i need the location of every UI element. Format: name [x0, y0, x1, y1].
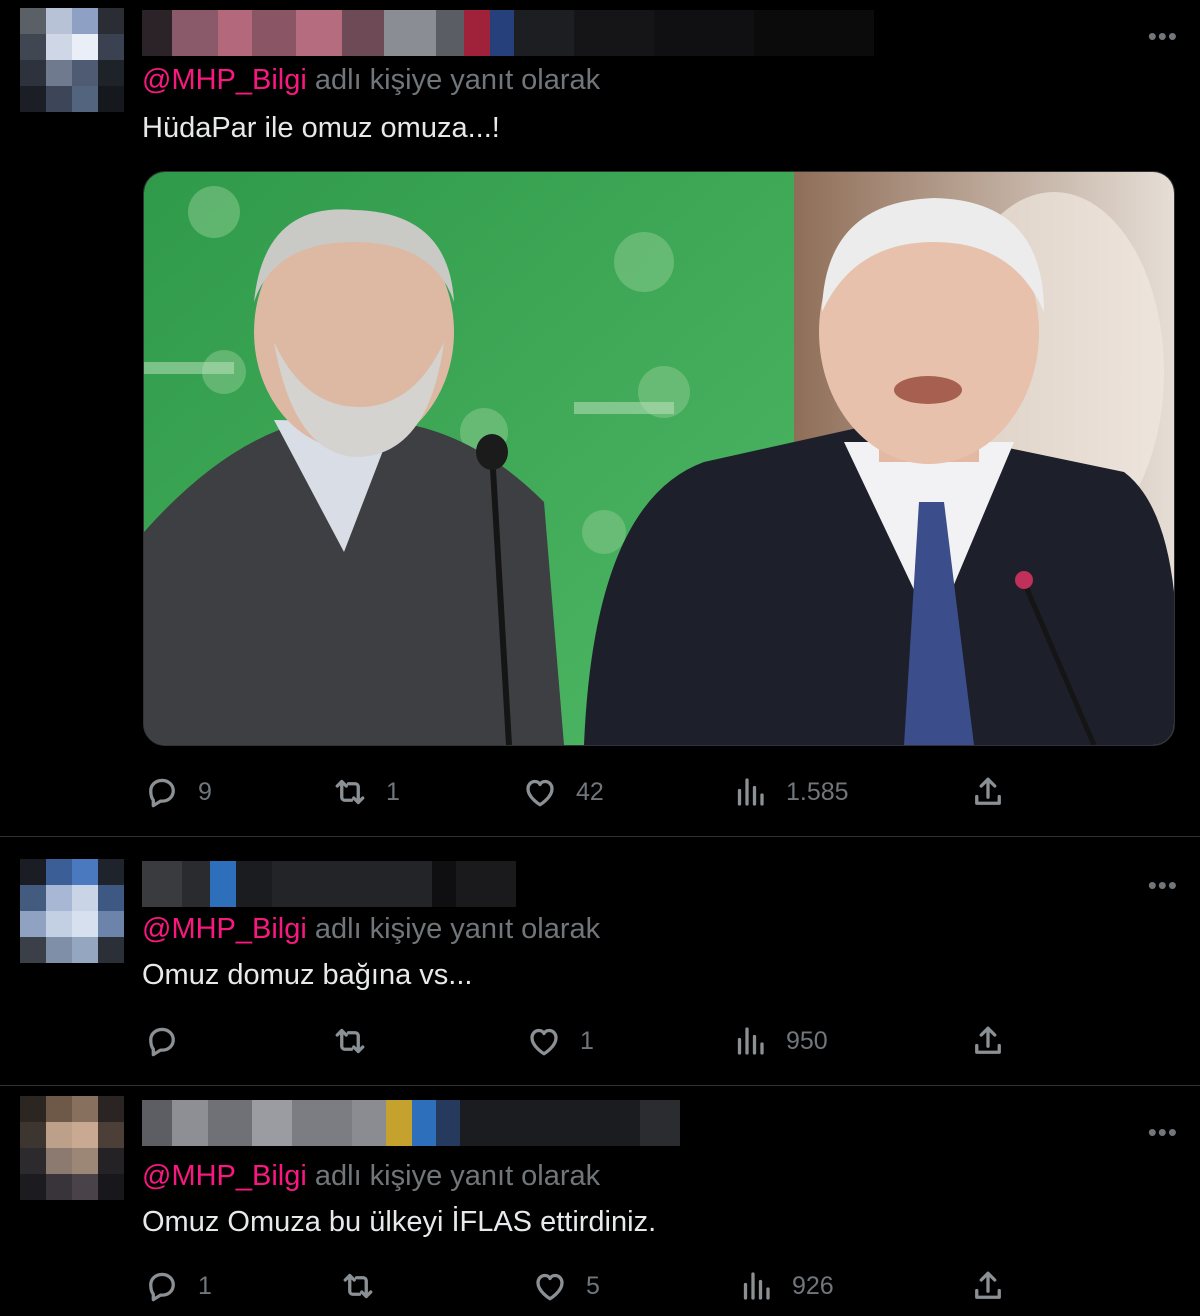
name-blurred[interactable]: [142, 861, 516, 907]
like-count: 42: [576, 777, 604, 806]
retweet-count: 1: [386, 777, 400, 806]
tweet-text: Omuz domuz bağına vs...: [142, 959, 473, 991]
more-icon[interactable]: •••: [1148, 1119, 1178, 1145]
photo-two-politicians: [144, 172, 1174, 745]
retweet-icon: [335, 1028, 365, 1054]
tweet-actions: 1 5 926: [142, 1266, 1042, 1306]
reply-count: 1: [198, 1271, 212, 1300]
views-count: 926: [792, 1271, 834, 1300]
share-icon: [975, 1271, 1001, 1299]
avatar-pixelated[interactable]: [20, 1096, 124, 1200]
share-button[interactable]: [970, 1021, 1006, 1061]
mention-link[interactable]: @MHP_Bilgi: [142, 64, 307, 96]
avatar-pixelated[interactable]: [20, 8, 124, 112]
share-icon: [975, 1026, 1001, 1054]
reply-icon: [149, 778, 175, 808]
retweet-icon: [343, 1273, 373, 1299]
share-icon: [975, 777, 1001, 805]
name-blurred[interactable]: [142, 1100, 680, 1146]
retweet-icon: [335, 779, 365, 805]
heart-icon: [526, 779, 554, 807]
reply-context-label: adlı kişiye yanıt olarak: [306, 1160, 601, 1192]
reply-context: @MHP_Bilgi adlı kişiye yanıt olarak: [142, 1160, 600, 1193]
views-count: 950: [786, 1026, 828, 1055]
reply-context: @MHP_Bilgi adlı kişiye yanıt olarak: [142, 64, 600, 97]
heart-icon: [536, 1273, 564, 1301]
views-button[interactable]: 950: [732, 1021, 828, 1061]
views-icon: [737, 1027, 764, 1055]
views-icon: [743, 1272, 770, 1300]
reply-button[interactable]: 1: [144, 1266, 212, 1306]
more-icon[interactable]: •••: [1148, 23, 1178, 49]
reply-context-label: adlı kişiye yanıt olarak: [306, 913, 601, 945]
reply-icon: [149, 1272, 175, 1302]
tweet-text: Omuz Omuza bu ülkeyi İFLAS ettirdiniz.: [142, 1206, 657, 1238]
tweet-actions: 9 1 42 1.585: [142, 772, 1042, 812]
name-blurred[interactable]: [142, 10, 874, 56]
reply-button[interactable]: 9: [144, 772, 212, 812]
like-button[interactable]: 42: [522, 772, 604, 812]
views-button[interactable]: 1.585: [732, 772, 849, 812]
reply-button[interactable]: [144, 1021, 198, 1061]
like-count: 5: [586, 1271, 600, 1300]
reply-icon: [149, 1027, 175, 1057]
share-button[interactable]: [970, 1266, 1006, 1306]
views-count: 1.585: [786, 777, 849, 806]
reply-context: @MHP_Bilgi adlı kişiye yanıt olarak: [142, 913, 600, 946]
views-button[interactable]: 926: [738, 1266, 834, 1306]
like-button[interactable]: 1: [526, 1021, 594, 1061]
tweet-2[interactable]: ••• @MHP_Bilgi adlı kişiye yanıt olarak …: [0, 837, 1200, 1085]
like-count: 1: [580, 1026, 594, 1055]
reply-context-label: adlı kişiye yanıt olarak: [306, 64, 601, 96]
tweet-text: HüdaPar ile omuz omuza...!: [142, 112, 500, 144]
more-icon[interactable]: •••: [1148, 872, 1178, 898]
like-button[interactable]: 5: [532, 1266, 600, 1306]
tweet-1[interactable]: ••• @MHP_Bilgi adlı kişiye yanıt olarak …: [0, 0, 1200, 836]
tweet-3[interactable]: ••• @MHP_Bilgi adlı kişiye yanıt olarak …: [0, 1086, 1200, 1316]
tweet-image[interactable]: [143, 171, 1175, 746]
views-icon: [737, 778, 764, 806]
heart-icon: [530, 1028, 558, 1056]
share-button[interactable]: [970, 772, 1006, 812]
tweet-actions: 1 950: [142, 1021, 1042, 1061]
retweet-button[interactable]: [340, 1266, 394, 1306]
retweet-button[interactable]: [332, 1021, 386, 1061]
mention-link[interactable]: @MHP_Bilgi: [142, 1160, 307, 1192]
mention-link[interactable]: @MHP_Bilgi: [142, 913, 307, 945]
reply-count: 9: [198, 777, 212, 806]
avatar-pixelated[interactable]: [20, 859, 124, 963]
retweet-button[interactable]: 1: [332, 772, 400, 812]
